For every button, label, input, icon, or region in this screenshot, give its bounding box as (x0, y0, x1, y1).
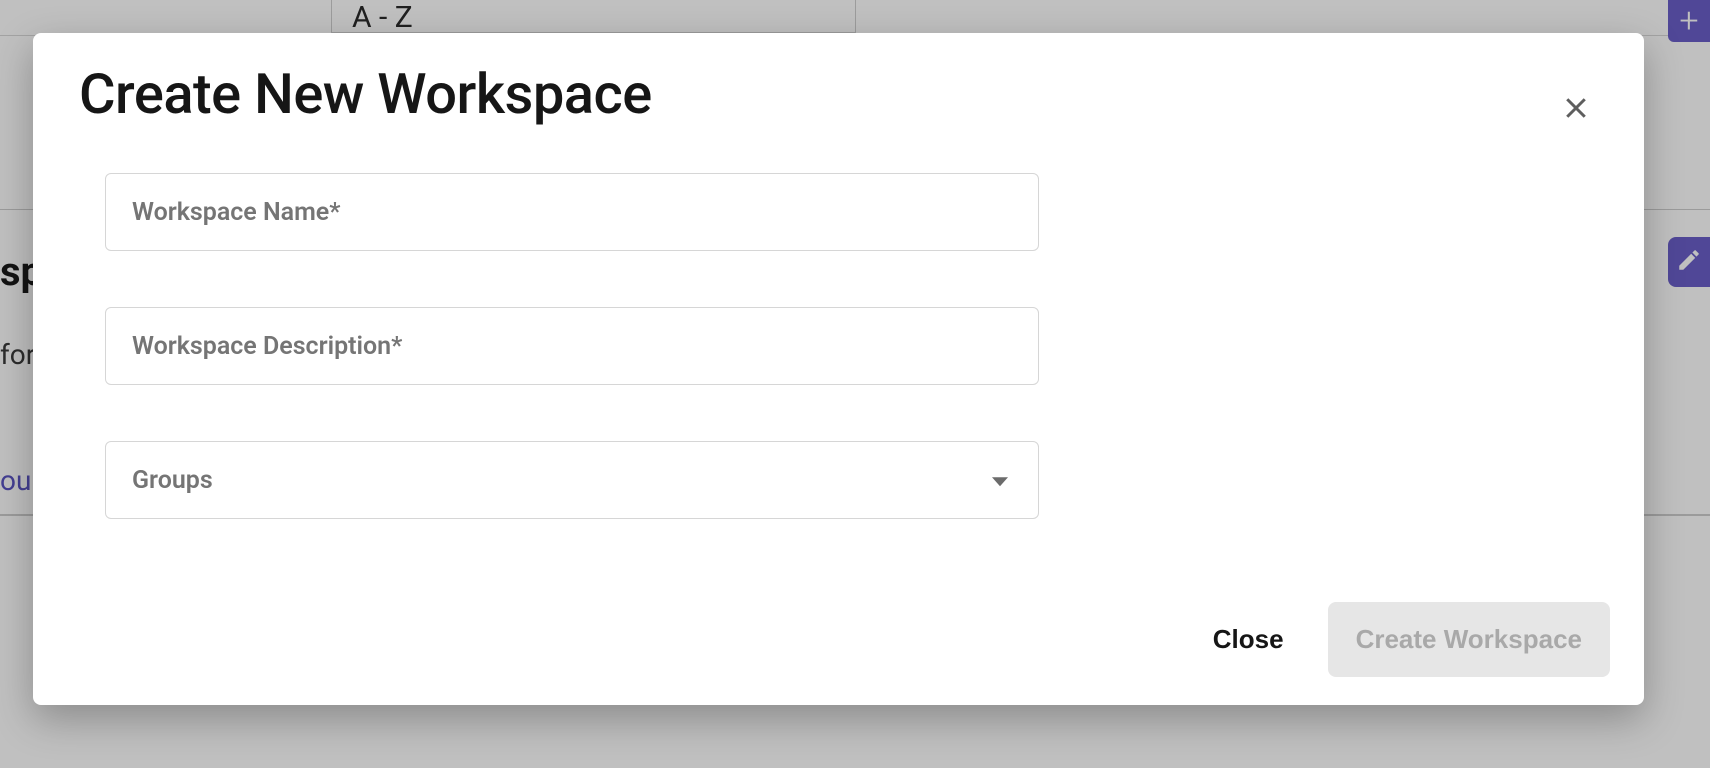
close-button[interactable]: Close (1213, 624, 1284, 655)
workspace-description-label: Workspace Description* (132, 332, 402, 361)
dialog-title: Create New Workspace (79, 61, 1598, 127)
dialog-close-button[interactable] (1554, 88, 1598, 132)
groups-label: Groups (132, 466, 213, 495)
workspace-description-input[interactable]: Workspace Description* (105, 307, 1039, 385)
dialog-actions: Close Create Workspace (1213, 602, 1610, 677)
groups-select[interactable]: Groups (105, 441, 1039, 519)
dialog-body: Workspace Name* Workspace Description* G… (79, 173, 1039, 519)
caret-down-icon (992, 477, 1008, 486)
workspace-name-input[interactable]: Workspace Name* (105, 173, 1039, 251)
workspace-name-label: Workspace Name* (132, 198, 340, 227)
create-workspace-button[interactable]: Create Workspace (1328, 602, 1610, 677)
create-workspace-dialog: Create New Workspace Workspace Name* Wor… (33, 33, 1644, 705)
close-icon (1561, 93, 1591, 127)
